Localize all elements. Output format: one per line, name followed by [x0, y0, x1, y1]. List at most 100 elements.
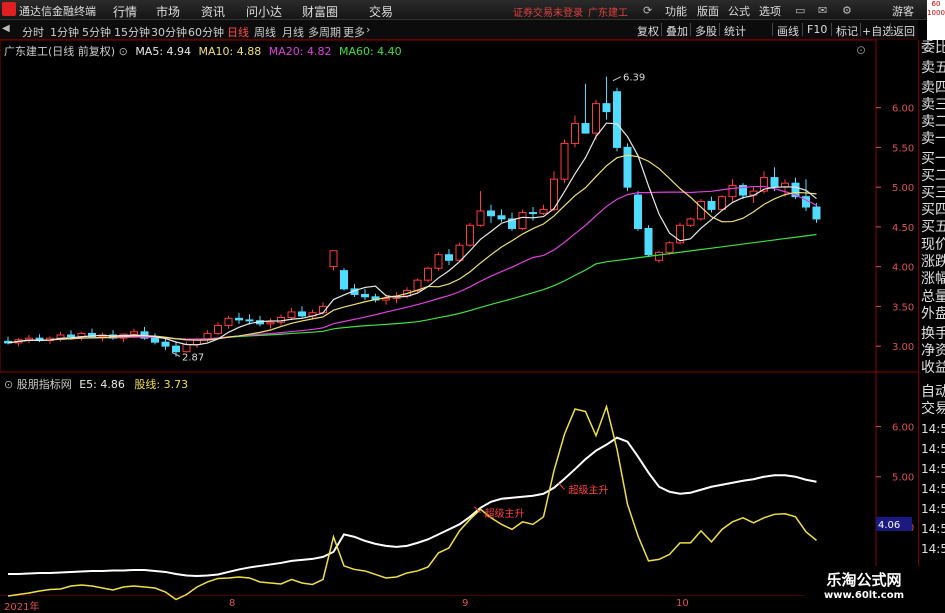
refresh-icon[interactable]: ⟳: [643, 4, 652, 17]
candle-body: [67, 334, 75, 338]
menu-item-quotes[interactable]: 行情: [113, 3, 137, 20]
candle-body: [182, 344, 191, 353]
period-multi[interactable]: 多周期: [308, 24, 341, 40]
mail-icon[interactable]: ✉: [818, 4, 827, 17]
period-1min[interactable]: 1分钟: [50, 24, 79, 40]
kline-chart[interactable]: 3.003.504.004.505.005.506.003.004.005.00…: [0, 0, 945, 609]
sidebar-item[interactable]: 买三: [921, 185, 945, 202]
menu-formula[interactable]: 公式: [728, 3, 750, 19]
period-15min[interactable]: 15分钟: [114, 24, 150, 40]
ma10-line: [7, 154, 817, 344]
quote-sidebar: 委比卖五卖四 卖三 卖二 卖一买一 买二 买三 买四 买五 现价 涨跌 涨幅 总量 外盘换手 净资 收益自动…: [918, 40, 945, 609]
period-more[interactable]: 更多: [343, 24, 365, 40]
period-5min[interactable]: 5分钟: [82, 24, 111, 40]
menu-item-ask[interactable]: 问小达: [246, 3, 282, 20]
statistics-button[interactable]: 统计: [724, 23, 746, 39]
sidebar-item[interactable]: 卖四: [921, 80, 945, 97]
sidebar-item[interactable]: 卖五: [921, 60, 945, 77]
candle-body: [319, 305, 327, 314]
mark-button[interactable]: 标记: [836, 23, 858, 39]
y-tick-label: 5.50: [892, 143, 914, 154]
separator: [860, 23, 861, 36]
candle-body: [392, 295, 401, 299]
candle-body: [560, 142, 569, 180]
sidebar-item[interactable]: 收益: [921, 360, 945, 377]
period-weekly[interactable]: 周线: [254, 24, 276, 40]
menu-options[interactable]: 选项: [759, 3, 781, 19]
sidebar-item[interactable]: 买五: [921, 219, 945, 236]
sidebar-item[interactable]: 买二: [921, 168, 945, 185]
sidebar-item[interactable]: 卖一: [921, 131, 945, 148]
period-monthly[interactable]: 月线: [282, 24, 304, 40]
return-button[interactable]: 返回: [893, 23, 915, 39]
corner-badge-bottom: 1000: [927, 9, 945, 17]
date-label: 2021年: [4, 602, 40, 613]
restore-rights-button[interactable]: 复权: [637, 23, 659, 39]
price-annotation-arrow: [171, 352, 181, 357]
candle-body: [781, 182, 789, 188]
back-icon[interactable]: ◀: [2, 23, 10, 34]
sidebar-item[interactable]: 换手: [921, 326, 945, 343]
sidebar-item[interactable]: 买一: [921, 151, 945, 168]
menu-item-wealth[interactable]: 财富圈: [302, 3, 338, 20]
sidebar-item[interactable]: 净资: [921, 343, 945, 360]
sidebar-item[interactable]: 买四: [921, 202, 945, 219]
sidebar-item[interactable]: 涨跌: [921, 254, 945, 271]
dropdown-icon[interactable]: ⊙: [4, 378, 13, 391]
login-warning[interactable]: 证券交易未登录: [513, 4, 583, 19]
ma20-label: MA20: 4.82: [268, 45, 332, 58]
sidebar-item[interactable]: 交易: [921, 401, 945, 418]
menu-item-news[interactable]: 资讯: [201, 3, 225, 20]
sidebar-item[interactable]: 卖三: [921, 97, 945, 114]
chevron-right-icon[interactable]: ›: [366, 23, 370, 36]
menu-function[interactable]: 功能: [665, 3, 687, 19]
sidebar-item[interactable]: 14:56: [921, 441, 945, 458]
candle-body: [193, 339, 201, 346]
signal-label: 超级主升: [569, 483, 609, 496]
sidebar-item[interactable]: 涨幅: [921, 271, 945, 288]
period-30min[interactable]: 30分钟: [151, 24, 187, 40]
f10-button[interactable]: F10: [807, 23, 827, 36]
signal-label: 超级主升: [485, 507, 525, 520]
sidebar-item[interactable]: 现价: [921, 237, 945, 254]
ma60-label: MA60: 4.40: [338, 45, 402, 58]
menu-item-market[interactable]: 市场: [156, 3, 180, 20]
minimize-icon[interactable]: ▭: [795, 4, 805, 17]
menu-item-trade[interactable]: 交易: [369, 3, 393, 20]
settings-icon[interactable]: ⚙: [842, 4, 852, 17]
candle-body: [56, 334, 65, 339]
sidebar-item[interactable]: 14:56: [921, 521, 945, 538]
sidebar-item[interactable]: 14:56: [921, 541, 945, 558]
sidebar-item[interactable]: 外盘: [921, 306, 945, 323]
candle-body: [403, 289, 411, 297]
main-chart-title: 广东建工(日线 前复权) ⊙ MA5: 4.94 MA10: 4.88 MA20…: [4, 43, 402, 59]
candle-body: [277, 317, 285, 323]
separator: [890, 23, 891, 36]
draw-line-button[interactable]: 画线: [777, 23, 799, 39]
period-60min[interactable]: 60分钟: [188, 24, 224, 40]
sidebar-item[interactable]: 14:56: [921, 481, 945, 498]
period-intraday[interactable]: 分时: [22, 24, 44, 40]
candle-body: [802, 196, 810, 208]
sidebar-item[interactable]: 自动: [921, 384, 945, 401]
period-daily[interactable]: 日线: [227, 24, 249, 40]
sidebar-item[interactable]: 14:56: [921, 421, 945, 438]
sidebar-item[interactable]: 14:56: [921, 461, 945, 478]
candle-body: [707, 200, 716, 210]
menu-layout[interactable]: 版面: [697, 3, 719, 19]
sidebar-item[interactable]: 14:56: [921, 501, 945, 518]
overlay-button[interactable]: 叠加: [666, 23, 688, 39]
guest-user[interactable]: 游客: [892, 3, 914, 19]
watermark-url: www.60lt.com: [823, 590, 904, 601]
multi-stock-button[interactable]: 多股: [695, 23, 717, 39]
sidebar-item[interactable]: 卖二: [921, 114, 945, 131]
candle-body: [214, 324, 222, 334]
candle-body: [539, 208, 548, 214]
sidebar-item[interactable]: 委比: [921, 40, 945, 57]
candle-body: [686, 218, 695, 226]
add-watchlist-button[interactable]: +自选: [862, 23, 893, 39]
separator: [772, 23, 773, 36]
sidebar-item[interactable]: 总量: [921, 289, 945, 306]
zoom-icon[interactable]: ⊙: [856, 43, 866, 57]
dropdown-icon[interactable]: ⊙: [119, 45, 128, 58]
